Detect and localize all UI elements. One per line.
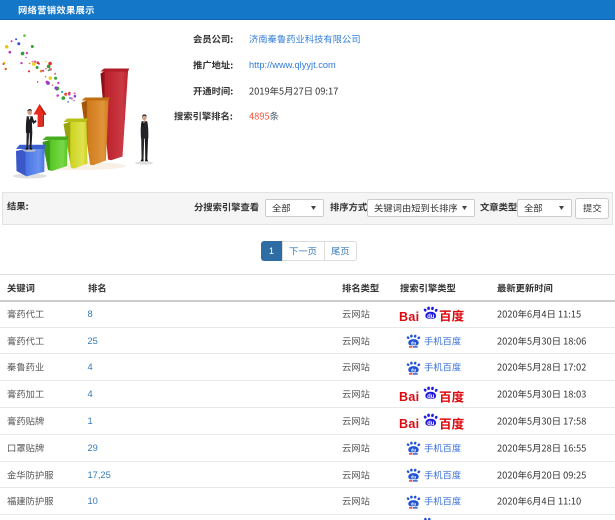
svg-text:du: du [427, 394, 435, 400]
svg-text:du: du [411, 448, 417, 453]
svg-text:du: du [411, 501, 417, 506]
svg-text:du: du [411, 341, 417, 346]
svg-text:du: du [427, 313, 435, 319]
svg-text:du: du [411, 475, 417, 480]
svg-text:du: du [427, 421, 435, 427]
svg-text:du: du [411, 367, 417, 372]
